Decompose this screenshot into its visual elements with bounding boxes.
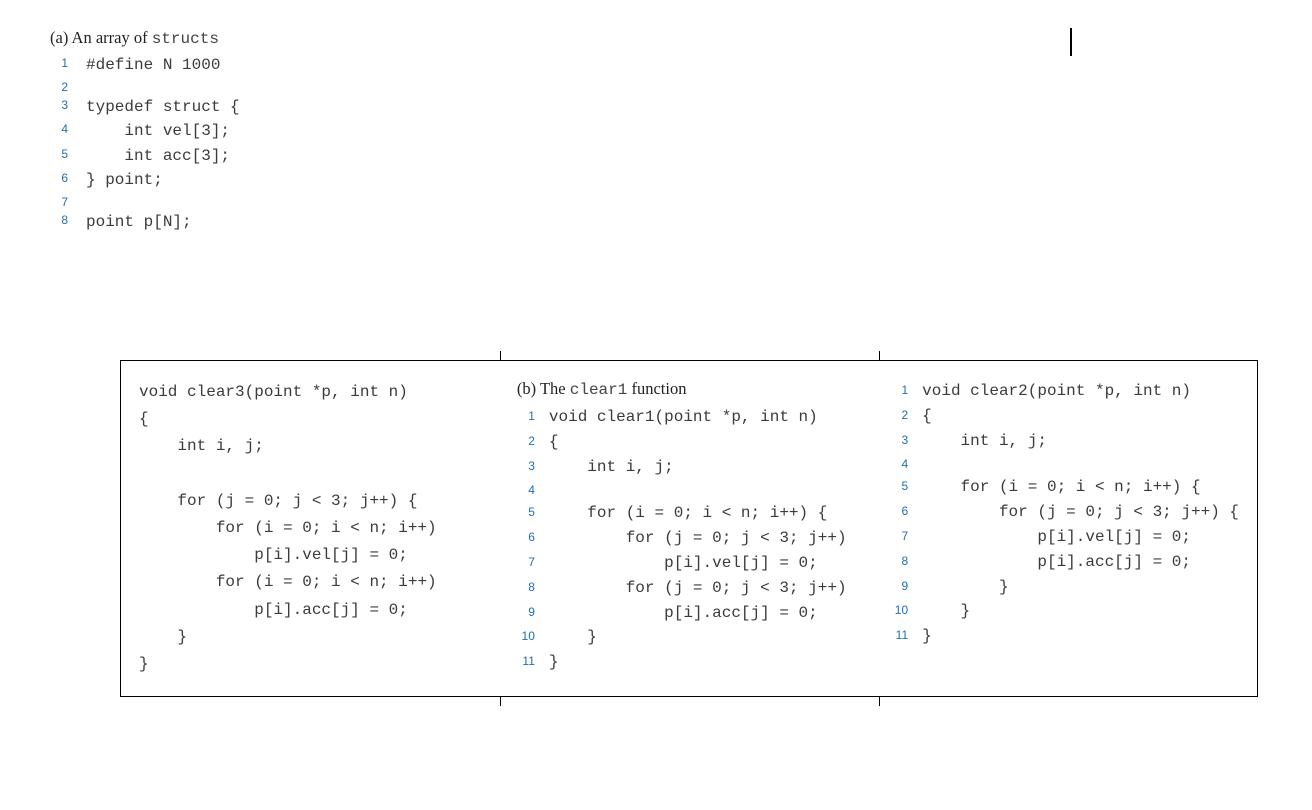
code-line: void clear2(point *p, int n) [922,379,1239,404]
tick-mark [879,696,880,706]
line-number: 10 [517,625,549,650]
three-column-box: void clear3(point *p, int n) { int i, j;… [120,360,1258,697]
line-number: 3 [50,96,86,120]
block-b-caption-suffix: function [627,379,686,398]
block-a-caption-mono: structs [152,30,219,48]
line-number: 10 [895,599,922,624]
line-number: 3 [517,455,549,480]
code-line: } point; [86,169,240,193]
code-line: #define N 1000 [86,54,240,78]
line-number: 6 [895,500,922,525]
code-line: for (j = 0; j < 3; j++) [549,576,847,601]
code-line: for (j = 0; j < 3; j++) { [139,492,417,510]
code-line: for (j = 0; j < 3; j++) { [922,500,1239,525]
block-b-caption-mono: clear1 [570,381,628,399]
code-line: p[i].vel[j] = 0; [922,525,1239,550]
code-line: } [922,599,1239,624]
code-line: void clear3(point *p, int n) [139,383,408,401]
code-line: p[i].acc[j] = 0; [922,550,1239,575]
line-number: 8 [517,576,549,601]
line-number: 8 [50,211,86,235]
line-number: 2 [517,430,549,455]
tick-mark [500,696,501,706]
column-clear3: void clear3(point *p, int n) { int i, j;… [121,361,498,696]
code-line [549,479,847,501]
code-line: int i, j; [549,455,847,480]
line-number: 4 [517,479,549,501]
code-line: void clear1(point *p, int n) [549,405,847,430]
clear1-code: 1void clear1(point *p, int n) 2{ 3 int i… [517,405,847,675]
block-a-caption: (a) An array of structs [50,28,240,48]
code-line: typedef struct { [86,96,240,120]
code-line: for (j = 0; j < 3; j++) [549,526,847,551]
block-a-code: 1#define N 1000 2 3typedef struct { 4 in… [50,54,240,235]
line-number: 4 [50,120,86,144]
line-number: 11 [517,650,549,675]
block-a-caption-prefix: (a) An array of [50,28,152,47]
code-line: point p[N]; [86,211,240,235]
column-clear1: (b) The clear1 function 1void clear1(poi… [498,361,876,696]
code-line: { [139,410,149,428]
code-line: p[i].acc[j] = 0; [139,601,408,619]
code-line: } [549,650,847,675]
line-number: 2 [895,404,922,429]
line-number: 3 [895,429,922,454]
code-line: int acc[3]; [86,145,240,169]
line-number: 1 [50,54,86,78]
code-line: int vel[3]; [86,120,240,144]
block-b-caption: (b) The clear1 function [517,379,858,399]
code-line: } [922,624,1239,649]
line-number: 8 [895,550,922,575]
code-line: } [922,575,1239,600]
code-line [86,78,240,96]
code-line [86,193,240,211]
line-number: 4 [895,453,922,475]
line-number: 9 [517,601,549,626]
code-line: p[i].vel[j] = 0; [139,546,408,564]
line-number: 9 [895,575,922,600]
line-number: 11 [895,624,922,649]
line-number: 5 [517,501,549,526]
code-line: } [549,625,847,650]
code-line: } [139,655,149,673]
column-clear2: 1void clear2(point *p, int n) 2{ 3 int i… [876,361,1257,696]
code-line: for (i = 0; i < n; i++) { [549,501,847,526]
block-b-caption-prefix: (b) The [517,379,570,398]
line-number: 5 [50,145,86,169]
page: (a) An array of structs 1#define N 1000 … [0,0,1312,810]
code-line: for (i = 0; i < n; i++) [139,519,437,537]
line-number: 1 [517,405,549,430]
line-number: 2 [50,78,86,96]
code-line: for (i = 0; i < n; i++) { [922,475,1239,500]
code-line: p[i].acc[j] = 0; [549,601,847,626]
clear2-code: 1void clear2(point *p, int n) 2{ 3 int i… [895,379,1239,649]
line-number: 7 [517,551,549,576]
code-line: p[i].vel[j] = 0; [549,551,847,576]
code-line: int i, j; [139,437,264,455]
text-caret [1070,28,1072,56]
clear3-code: void clear3(point *p, int n) { int i, j;… [139,379,480,678]
line-number: 7 [895,525,922,550]
line-number: 6 [50,169,86,193]
line-number: 5 [895,475,922,500]
code-line: } [139,628,187,646]
block-a: (a) An array of structs 1#define N 1000 … [50,28,240,235]
line-number: 1 [895,379,922,404]
code-line: { [549,430,847,455]
code-line [922,453,1239,475]
code-line: int i, j; [922,429,1239,454]
line-number: 6 [517,526,549,551]
code-line: { [922,404,1239,429]
code-line: for (i = 0; i < n; i++) [139,573,437,591]
line-number: 7 [50,193,86,211]
